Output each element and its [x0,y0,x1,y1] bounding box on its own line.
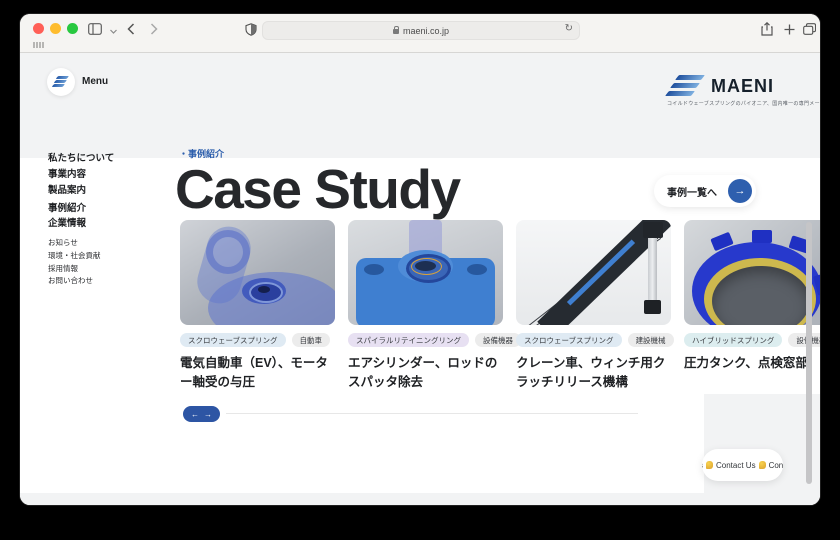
menu-button-label[interactable]: Menu [82,76,108,87]
sidebar-item-contact-nav[interactable]: お問い合わせ [48,275,93,286]
new-tab-plus-icon[interactable] [780,20,798,38]
case-card-2: スパイラルリテイニングリング 設備機器 エアシリンダー、ロッドのスパッタ除去 [348,220,503,325]
tag-industry[interactable]: 自動車 [292,333,331,347]
tag-product[interactable]: スクロウェーブスプリング [516,333,622,347]
sidebar-item-csr[interactable]: 環境・社会貢献 [48,250,101,261]
address-bar[interactable]: maeni.co.jp ↻ [262,21,580,40]
case-card-4-image[interactable] [684,220,820,325]
case-card-3-title[interactable]: クレーン車、ウィンチ用クラッチリリース機構 [516,354,671,393]
marquee-text: Contact Us [716,461,756,470]
case-card-1-image[interactable] [180,220,335,325]
page-title: Case Study [175,157,460,221]
url-text: maeni.co.jp [403,26,449,36]
tag-product[interactable]: ハイブリッドスプリング [684,333,782,347]
sidebar-item-cases[interactable]: 事例紹介 [48,200,86,214]
marquee-text: s [702,461,703,470]
tag-industry[interactable]: 設備機器 [475,333,521,347]
hand-emoji-icon [706,461,713,469]
next-section-strip [20,493,820,505]
tag-industry[interactable]: 設備機器 [788,333,820,347]
reload-icon[interactable]: ↻ [565,23,573,34]
tab-overview-icon[interactable] [800,20,818,38]
tag-product[interactable]: スパイラルリテイニングリング [348,333,469,347]
sidebar-item-business[interactable]: 事業内容 [48,166,86,180]
page-scrollbar-thumb[interactable] [806,222,812,484]
case-list-button-label: 事例一覧へ [667,184,717,199]
minimize-window-button[interactable] [50,23,61,34]
tls-lock-icon [393,29,399,34]
sidebar-item-about[interactable]: 私たちについて [48,150,114,164]
zoom-window-button[interactable] [67,23,78,34]
sidebar-item-products[interactable]: 製品案内 [48,182,86,196]
arrow-right-icon: → [728,179,752,203]
site-logo[interactable]: MAENI コイルドウェーブスプリングのパイオニア、国内唯一の専門メーカー [667,75,807,107]
prev-arrow-icon[interactable]: ← [191,410,199,419]
case-card-3: スクロウェーブスプリング 建設機械 クレーン車、ウィンチ用クラッチリリース機構 [516,220,671,325]
next-arrow-icon[interactable]: → [204,410,212,419]
maeni-logo-mark-icon [53,76,69,88]
sidebar-item-news[interactable]: お知らせ [48,237,78,248]
case-card-1: スクロウェーブスプリング 自動車 電気自動車（EV）、モーター軸受の与圧 [180,220,335,325]
bookmarks-bar-icon[interactable] [33,42,44,48]
case-list-button[interactable]: 事例一覧へ → [654,175,756,207]
sidebar-chevron-down-icon[interactable] [104,22,122,40]
maeni-stripes-icon [667,75,705,97]
case-card-1-title[interactable]: 電気自動車（EV）、モーター軸受の与圧 [180,354,335,393]
browser-toolbar: maeni.co.jp ↻ [20,14,820,53]
tag-industry[interactable]: 建設機械 [628,333,674,347]
contact-us-button[interactable]: s Contact Us Contac [702,449,783,481]
case-card-2-image[interactable] [348,220,503,325]
menu-button[interactable] [47,68,75,96]
back-button-icon[interactable] [122,20,140,38]
sidebar-item-recruit[interactable]: 採用情報 [48,263,78,274]
case-card-3-image[interactable] [516,220,671,325]
sidebar-toggle-icon[interactable] [86,20,104,38]
case-card-4: ハイブリッドスプリング 設備機器 圧力タンク、点検窓部 [684,220,820,325]
share-icon[interactable] [758,20,776,38]
logo-wordmark: MAENI [711,76,774,97]
sidebar-item-company[interactable]: 企業情報 [48,215,86,229]
carousel-progress-track [226,413,638,414]
contact-marquee: s Contact Us Contac [702,461,783,470]
case-card-4-title[interactable]: 圧力タンク、点検窓部 [684,354,820,373]
marquee-text: Contac [769,461,783,470]
browser-window: maeni.co.jp ↻ Menu 私たちについて 事業内容 製品案内 事例紹… [20,14,820,505]
hand-emoji-icon [759,461,766,469]
close-window-button[interactable] [33,23,44,34]
logo-tagline: コイルドウェーブスプリングのパイオニア、国内唯一の専門メーカー [667,100,807,107]
carousel-pager[interactable]: ← → [183,406,220,422]
forward-button-icon[interactable] [145,20,163,38]
tag-product[interactable]: スクロウェーブスプリング [180,333,286,347]
privacy-shield-icon[interactable] [242,20,260,38]
case-card-2-title[interactable]: エアシリンダー、ロッドのスパッタ除去 [348,354,503,393]
webpage-viewport: Menu 私たちについて 事業内容 製品案内 事例紹介 企業情報 お知らせ 環境… [20,53,820,505]
